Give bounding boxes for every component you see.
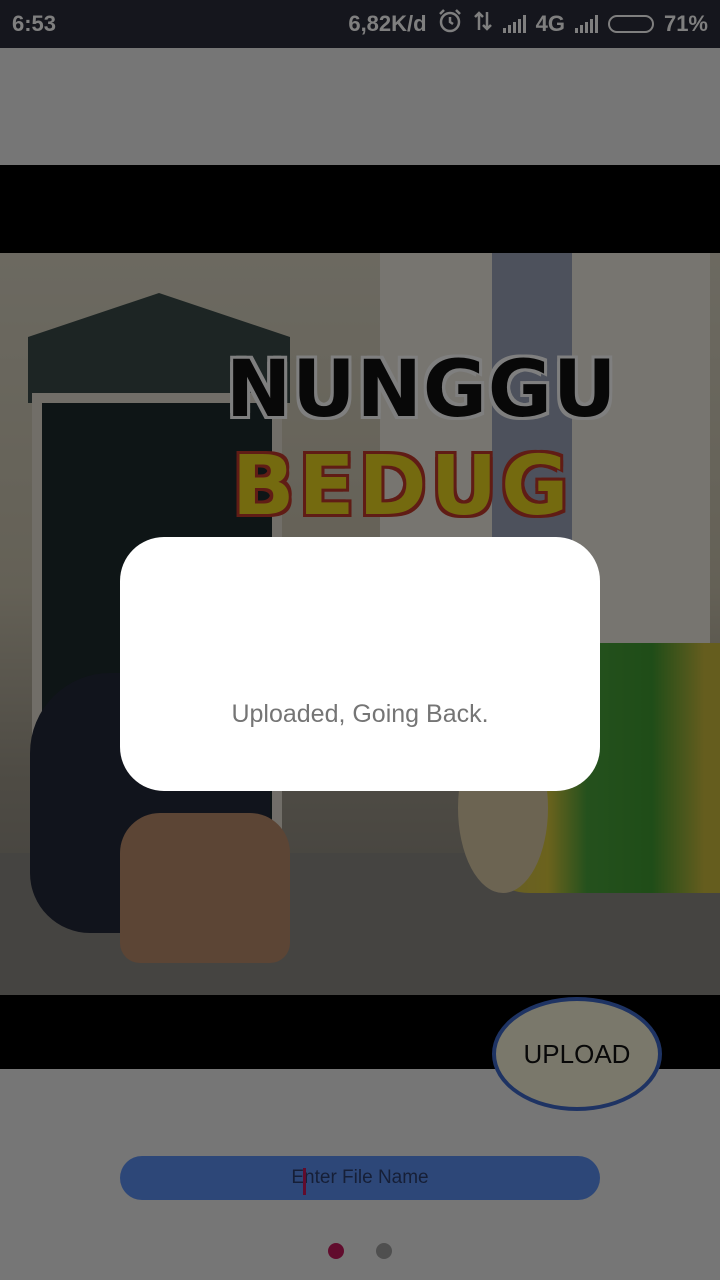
progress-dialog: Uploaded, Going Back. — [120, 537, 600, 791]
dialog-message: Uploaded, Going Back. — [231, 699, 489, 728]
